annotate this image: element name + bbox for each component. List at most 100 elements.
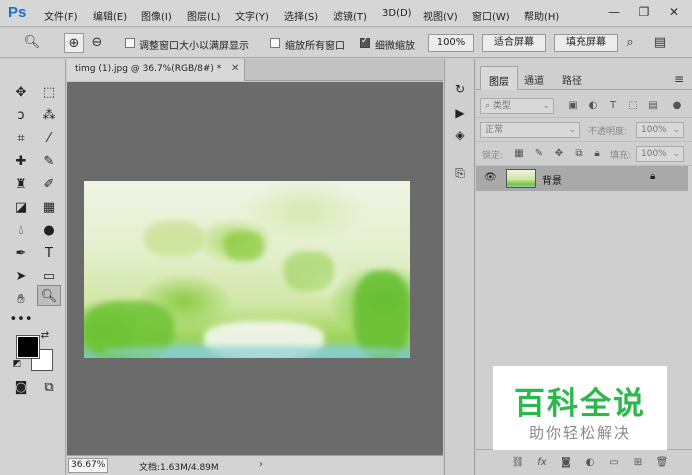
lock-row: 锁定: ▦ ✎ ✥ ⧉ 🔒︎ 填充: 100% ⌄: [476, 142, 692, 166]
resize-windows-checkbox[interactable]: [125, 38, 135, 48]
menu-type[interactable]: 文字(Y): [235, 8, 269, 23]
healing-brush-tool-icon[interactable]: ✚: [9, 151, 33, 172]
lock-all-icon[interactable]: 🔒︎: [590, 147, 604, 161]
document-tabs: timg (1).jpg @ 36.7%(RGB/8#) * ✕: [67, 59, 443, 81]
menu-view[interactable]: 视图(V): [423, 8, 458, 23]
tab-paths[interactable]: 路径: [554, 66, 590, 90]
menu-layer[interactable]: 图层(L): [187, 8, 220, 23]
adjustment-layer-icon[interactable]: ◐: [582, 456, 598, 470]
shape-tool-icon[interactable]: ▭: [37, 266, 61, 287]
more-tools-icon[interactable]: •••: [9, 309, 33, 330]
brush-tool-icon[interactable]: ✎: [37, 151, 61, 172]
default-colors-icon[interactable]: ◩: [10, 357, 24, 371]
eraser-tool-icon[interactable]: ◪: [9, 197, 33, 218]
lock-position-icon[interactable]: ✥: [552, 147, 566, 161]
panel-menu-icon[interactable]: ≡: [674, 72, 684, 86]
clone-stamp-tool-icon[interactable]: ♜: [9, 174, 33, 195]
zoom-all-windows-checkbox[interactable]: [270, 38, 280, 48]
layer-filter-row: ⌕ 类型 ⌄ ▣ ◐ T ⬚ ▤ ●: [476, 94, 692, 118]
zoom-in-icon[interactable]: ⊕: [64, 33, 84, 53]
eyedropper-tool-icon[interactable]: ⁄: [37, 128, 61, 149]
canvas-area[interactable]: [67, 82, 443, 455]
history-panel-icon[interactable]: ↻: [450, 79, 470, 99]
close-button[interactable]: ✕: [666, 4, 682, 20]
layer-row[interactable]: 👁︎ 背景 🔒︎: [476, 166, 688, 191]
lock-transparent-icon[interactable]: ▦: [512, 147, 526, 161]
layer-filter-select[interactable]: ⌕ 类型 ⌄: [480, 98, 554, 114]
document-size-info[interactable]: 文档:1.63M/4.89M: [139, 460, 219, 473]
swap-colors-icon[interactable]: ⇄: [38, 329, 52, 343]
tab-channels[interactable]: 通道: [516, 66, 552, 90]
menu-help[interactable]: 帮助(H): [524, 8, 559, 23]
scrubby-zoom-checkbox[interactable]: [360, 36, 370, 48]
menu-file[interactable]: 文件(F): [44, 8, 78, 23]
zoom-all-windows-label: 缩放所有窗口: [285, 41, 345, 52]
zoom-out-icon[interactable]: ⊖: [87, 33, 107, 53]
filter-adjustment-icon[interactable]: ◐: [586, 99, 600, 113]
layer-thumbnail: [506, 169, 536, 188]
move-tool-icon[interactable]: ✥: [9, 82, 33, 103]
path-selection-tool-icon[interactable]: ➤: [9, 266, 33, 287]
visibility-eye-icon[interactable]: 👁︎: [484, 172, 497, 183]
properties-panel-icon[interactable]: ⎘: [450, 163, 470, 183]
opacity-field[interactable]: 100% ⌄: [636, 122, 684, 138]
menu-select[interactable]: 选择(S): [284, 8, 318, 23]
status-bar: 36.67% 文档:1.63M/4.89M ›: [67, 455, 443, 475]
zoom-tool-preset-icon[interactable]: 🔍︎: [22, 33, 42, 53]
filter-smart-object-icon[interactable]: ▤: [646, 99, 660, 113]
status-menu-arrow-icon[interactable]: ›: [259, 459, 263, 470]
document-tab[interactable]: timg (1).jpg @ 36.7%(RGB/8#) * ✕: [67, 59, 245, 81]
screen-mode-icon[interactable]: ⧉: [37, 377, 61, 398]
foreground-color-swatch[interactable]: [16, 335, 40, 359]
gradient-tool-icon[interactable]: ▦: [37, 197, 61, 218]
fill-screen-button[interactable]: 填充屏幕: [554, 34, 618, 52]
crop-tool-icon[interactable]: ⌗: [9, 128, 33, 149]
dodge-tool-icon[interactable]: ●: [37, 220, 61, 241]
new-group-icon[interactable]: ▭: [606, 456, 622, 470]
menu-filter[interactable]: 滤镜(T): [333, 8, 367, 23]
delete-layer-icon[interactable]: 🗑︎: [654, 456, 670, 470]
minimize-button[interactable]: —: [606, 4, 622, 20]
add-mask-icon[interactable]: ◙: [558, 456, 574, 470]
close-tab-icon[interactable]: ✕: [231, 63, 239, 74]
zoom-tool-icon[interactable]: 🔍︎: [37, 285, 61, 306]
magic-wand-tool-icon[interactable]: ⁂: [37, 105, 61, 126]
lock-artboard-icon[interactable]: ⧉: [572, 147, 586, 161]
blend-mode-select[interactable]: 正常 ⌄: [480, 122, 580, 138]
scrubby-zoom-label: 细微缩放: [375, 41, 415, 52]
filter-type-icon[interactable]: T: [606, 99, 620, 113]
fit-screen-button[interactable]: 适合屏幕: [482, 34, 546, 52]
history-brush-tool-icon[interactable]: ✐: [37, 174, 61, 195]
type-tool-icon[interactable]: T: [37, 243, 61, 264]
search-icon[interactable]: ⌕: [620, 33, 640, 53]
lock-pixels-icon[interactable]: ✎: [532, 147, 546, 161]
menu-3d[interactable]: 3D(D): [382, 8, 412, 19]
actions-panel-icon[interactable]: ▶: [450, 103, 470, 123]
layer-effects-icon[interactable]: fx: [534, 456, 550, 470]
menu-image[interactable]: 图像(I): [141, 8, 172, 23]
filter-shape-icon[interactable]: ⬚: [626, 99, 640, 113]
quick-mask-icon[interactable]: ◙: [9, 377, 33, 398]
restore-button[interactable]: ❐: [636, 4, 652, 20]
marquee-tool-icon[interactable]: ⬚: [37, 82, 61, 103]
filter-toggle-icon[interactable]: ●: [670, 99, 684, 113]
hand-tool-icon[interactable]: ✋︎: [9, 289, 33, 310]
app-logo: Ps: [8, 4, 27, 21]
pen-tool-icon[interactable]: ✒: [9, 243, 33, 264]
blur-tool-icon[interactable]: 💧︎: [9, 220, 33, 241]
new-layer-icon[interactable]: ⊞: [630, 456, 646, 470]
lasso-tool-icon[interactable]: ↄ: [9, 105, 33, 126]
layer-lock-icon: 🔒︎: [650, 171, 656, 182]
filter-pixel-icon[interactable]: ▣: [566, 99, 580, 113]
workspace-icon[interactable]: ▤: [650, 33, 670, 53]
tab-layers[interactable]: 图层: [480, 66, 518, 90]
zoom-100-button[interactable]: 100%: [428, 34, 474, 52]
fill-field[interactable]: 100% ⌄: [636, 146, 684, 162]
menu-edit[interactable]: 编辑(E): [93, 8, 127, 23]
menu-window[interactable]: 窗口(W): [472, 8, 510, 23]
zoom-level-field[interactable]: 36.67%: [68, 458, 108, 473]
document-image[interactable]: [84, 181, 410, 358]
layer-name[interactable]: 背景: [542, 172, 562, 187]
3d-panel-icon[interactable]: ◈: [450, 125, 470, 145]
link-layers-icon[interactable]: ⛓: [510, 456, 526, 470]
